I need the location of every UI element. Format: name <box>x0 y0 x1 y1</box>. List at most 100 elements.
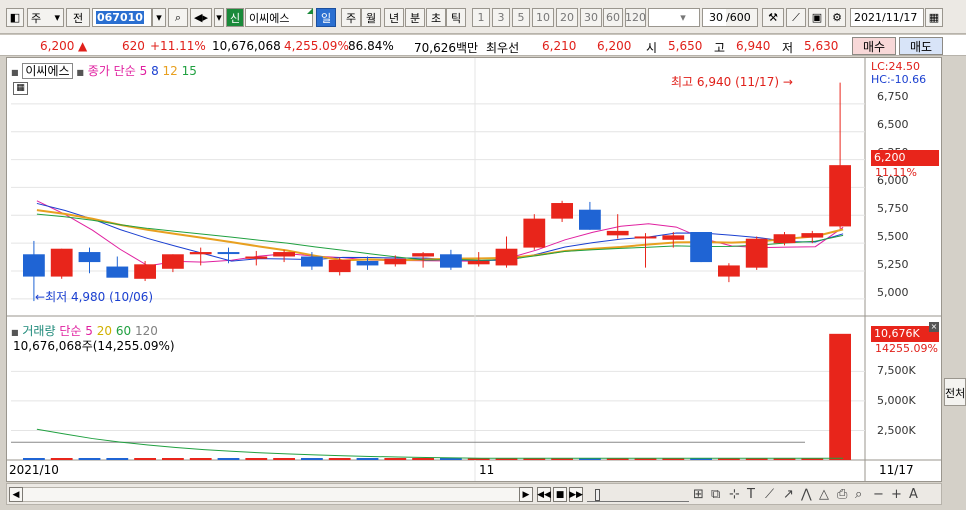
period-tab[interactable]: 초 <box>426 8 446 27</box>
volume-bar <box>50 458 73 460</box>
sell-button[interactable]: 매도 <box>899 37 943 55</box>
scroll-left-icon[interactable]: ◀ <box>9 487 23 502</box>
arrow-tool-icon[interactable]: ↗ <box>783 487 794 502</box>
zoom-slider-thumb[interactable] <box>595 489 600 501</box>
window-icon[interactable]: ◧ <box>6 8 24 27</box>
prev-button[interactable]: 전 <box>66 8 90 27</box>
zoom-slider[interactable] <box>587 487 689 502</box>
search-icon[interactable]: ⌕ <box>168 8 188 27</box>
chevron-down-icon[interactable]: ▾ <box>676 8 690 27</box>
volume-bar <box>829 333 851 460</box>
price-tick-label: 6,500 <box>877 118 909 131</box>
period-tab[interactable]: 월 <box>361 8 381 27</box>
candle-body <box>245 256 268 259</box>
code-dropdown-button[interactable]: ▾ <box>152 8 166 27</box>
save-icon[interactable]: ▣ <box>808 8 826 27</box>
volume-bar <box>162 458 184 460</box>
lc-label: LC:24.50 <box>871 60 921 73</box>
stock-code-input[interactable]: 067010 <box>92 8 152 27</box>
period-tab[interactable]: 주 <box>341 8 361 27</box>
volume-bar <box>23 458 45 460</box>
count-total-label: /600 <box>726 11 751 24</box>
interval-button[interactable]: 60 <box>603 8 623 27</box>
step-back-icon[interactable]: ◀◀ <box>537 487 551 502</box>
volume-bar <box>412 458 434 460</box>
best-bid: 6,200 <box>597 39 632 53</box>
interval-button[interactable]: 10 <box>532 8 554 27</box>
toolbar: ◧ 주 ▾ 전 067010 ▾ ⌕ ◀▸ ▾ 신 이씨에스 일주월년분초틱 13… <box>0 0 966 34</box>
table-view-icon[interactable]: ▦ <box>13 82 28 95</box>
step-forward-icon[interactable]: ▶▶ <box>569 487 583 502</box>
side-panel-tab[interactable]: 전처 <box>944 378 966 406</box>
price-tick-label: 5,250 <box>877 258 909 271</box>
candle-body <box>467 260 490 265</box>
zoom-out-icon[interactable]: − <box>873 487 884 502</box>
crosshair-icon[interactable]: ⊹ <box>729 487 740 502</box>
speaker-icon[interactable]: ◀▸ <box>190 8 212 27</box>
volume-bar <box>78 458 101 460</box>
price-ma-line <box>36 200 844 267</box>
quote-bar: 6,200 ▲ 620 +11.11% 10,676,068 4,255.09%… <box>0 34 966 56</box>
chevron-down-icon: ▾ <box>156 11 162 24</box>
market-type-select[interactable]: 주 ▾ <box>27 8 64 27</box>
period-tab[interactable]: 분 <box>405 8 425 27</box>
stock-name-field[interactable]: 이씨에스 <box>245 8 313 27</box>
play-icon[interactable]: ▶ <box>519 487 533 502</box>
interval-button[interactable]: 20 <box>556 8 578 27</box>
volume-legend-ma-120: 120 <box>134 324 158 338</box>
count-input[interactable]: 30 <box>702 8 726 27</box>
period-tab[interactable]: 일 <box>316 8 336 27</box>
grid-icon[interactable]: ⊞ <box>693 487 704 502</box>
prev-label: 전 <box>72 11 84 25</box>
left-arrow-icon: ← <box>35 290 46 304</box>
candle-body <box>495 248 518 266</box>
line-tool-icon[interactable]: ⟋ <box>786 8 806 27</box>
scroll-track[interactable] <box>23 487 519 502</box>
chart-svg[interactable] <box>7 58 941 481</box>
buy-button[interactable]: 매수 <box>852 37 896 55</box>
stop-icon[interactable]: ■ <box>553 487 567 502</box>
volume-ratio-tag: 14255.09% <box>875 342 938 355</box>
tools-icon[interactable]: ⚒ <box>762 8 784 27</box>
interval-button[interactable]: 1 <box>472 8 490 27</box>
chart-area[interactable]: ■ 이씨에스 ■ 종가 단순 5 8 12 15 ▦ 최고 6,940 (11/… <box>6 57 942 482</box>
interval-button[interactable]: 3 <box>492 8 510 27</box>
copy-icon[interactable]: ⧉ <box>711 487 720 502</box>
candle-body <box>106 266 129 278</box>
gear-icon[interactable]: ⚙ <box>828 8 846 27</box>
text-tool-icon[interactable]: T <box>747 487 755 502</box>
print-icon[interactable]: ⎙ <box>837 487 847 502</box>
legend-ma-12: 12 <box>162 64 178 78</box>
side-panel-label: 전처 <box>945 387 966 400</box>
calendar-icon[interactable]: ▦ <box>925 8 943 27</box>
zoom-in-icon[interactable]: + <box>891 487 902 502</box>
legend-stock-name[interactable]: 이씨에스 <box>22 63 73 79</box>
candle-body <box>23 254 45 277</box>
price-tick-label: 5,750 <box>877 202 909 215</box>
volume-bar <box>217 458 240 460</box>
interval-button[interactable]: 5 <box>512 8 530 27</box>
period-tab[interactable]: 틱 <box>446 8 466 27</box>
candle-body <box>328 259 351 273</box>
date-input[interactable]: 2021/11/17 <box>850 8 924 27</box>
date-value: 2021/11/17 <box>854 11 918 24</box>
candle-body <box>134 264 156 279</box>
shape-tool-icon[interactable]: △ <box>819 487 829 502</box>
magnify-icon[interactable]: ⌕ <box>855 487 862 502</box>
trend-line-icon[interactable]: ⟋ <box>765 487 774 502</box>
chevron-down-icon[interactable]: ▾ <box>214 8 224 27</box>
period-tab[interactable]: 년 <box>384 8 404 27</box>
current-change-tag: 11.11% <box>875 166 917 179</box>
fibonacci-icon[interactable]: ⋀ <box>801 487 812 502</box>
volume-bar <box>273 458 295 460</box>
interval-input[interactable] <box>648 8 700 27</box>
legend-marker-icon: ■ <box>11 68 19 77</box>
volume-current-text: 10,676,068주(14,255.09%) <box>13 339 175 353</box>
interval-button[interactable]: 120 <box>625 8 646 27</box>
volume-bar <box>384 458 407 460</box>
close-icon[interactable]: × <box>929 322 939 332</box>
candle-body <box>50 248 73 277</box>
font-size-icon[interactable]: A <box>909 487 918 502</box>
interval-button[interactable]: 30 <box>580 8 602 27</box>
volume-bar <box>356 458 379 460</box>
